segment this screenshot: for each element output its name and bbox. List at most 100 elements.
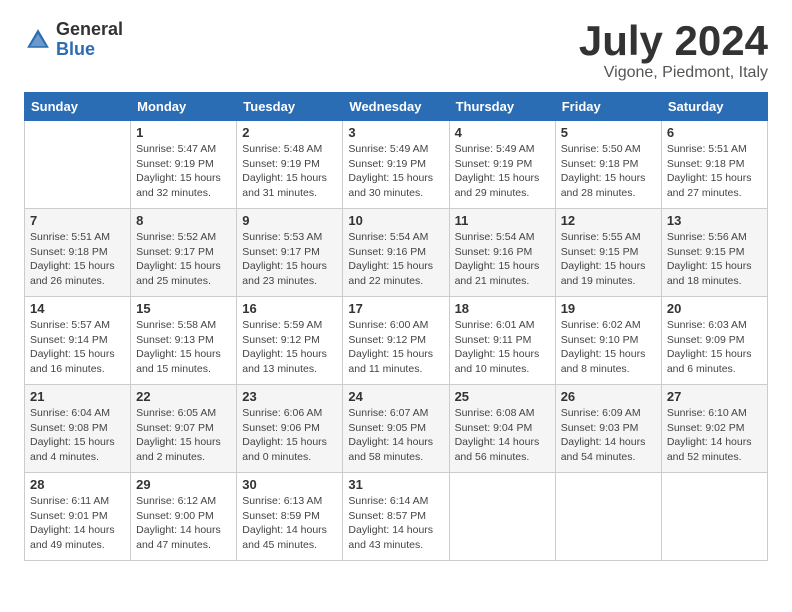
day-number: 17 bbox=[348, 301, 443, 316]
logo-general: General bbox=[56, 20, 123, 40]
day-info: Sunrise: 6:01 AM Sunset: 9:11 PM Dayligh… bbox=[455, 318, 550, 377]
calendar-cell: 9Sunrise: 5:53 AM Sunset: 9:17 PM Daylig… bbox=[237, 209, 343, 297]
calendar-cell: 29 Sunrise: 6:12 AM Sunset: 9:00 PM Dayli… bbox=[131, 473, 237, 561]
day-info: Sunrise: 5:55 AM Sunset: 9:15 PM Dayligh… bbox=[561, 230, 656, 289]
day-number: 24 bbox=[348, 389, 443, 404]
day-number: 6 bbox=[667, 125, 762, 140]
title-block: July 2024 Vigone, Piedmont, Italy bbox=[579, 20, 768, 82]
calendar-cell: 30Sunrise: 6:13 AM Sunset: 8:59 PM Dayli… bbox=[237, 473, 343, 561]
calendar-cell: 1 Sunrise: 5:47 AM Sunset: 9:19 PM Daylig… bbox=[131, 121, 237, 209]
calendar-cell: 7 Sunrise: 5:51 AM Sunset: 9:18 PM Daylig… bbox=[25, 209, 131, 297]
day-info: Sunrise: 5:47 AM Sunset: 9:19 PM Dayligh… bbox=[136, 142, 231, 201]
day-number: 27 bbox=[667, 389, 762, 404]
calendar-cell: 26 Sunrise: 6:09 AM Sunset: 9:03 PM Dayli… bbox=[555, 385, 661, 473]
day-info: Sunrise: 6:08 AM Sunset: 9:04 PM Dayligh… bbox=[455, 406, 550, 465]
calendar-cell: 28 Sunrise: 6:11 AM Sunset: 9:01 PM Dayli… bbox=[25, 473, 131, 561]
day-number: 25 bbox=[455, 389, 550, 404]
calendar-cell: 19Sunrise: 6:02 AM Sunset: 9:10 PM Dayli… bbox=[555, 297, 661, 385]
calendar-header-row: SundayMondayTuesdayWednesdayThursdayFrid… bbox=[25, 93, 768, 121]
day-number: 8 bbox=[136, 213, 231, 228]
day-info: Sunrise: 5:56 AM Sunset: 9:15 PM Dayligh… bbox=[667, 230, 762, 289]
day-info: Sunrise: 6:12 AM Sunset: 9:00 PM Dayligh… bbox=[136, 494, 231, 553]
calendar-cell: 3Sunrise: 5:49 AM Sunset: 9:19 PM Daylig… bbox=[343, 121, 449, 209]
day-number: 30 bbox=[242, 477, 337, 492]
day-number: 7 bbox=[30, 213, 125, 228]
day-number: 5 bbox=[561, 125, 656, 140]
day-info: Sunrise: 5:59 AM Sunset: 9:12 PM Dayligh… bbox=[242, 318, 337, 377]
week-row-1: 1 Sunrise: 5:47 AM Sunset: 9:19 PM Daylig… bbox=[25, 121, 768, 209]
calendar-cell: 4 Sunrise: 5:49 AM Sunset: 9:19 PM Daylig… bbox=[449, 121, 555, 209]
day-info: Sunrise: 6:09 AM Sunset: 9:03 PM Dayligh… bbox=[561, 406, 656, 465]
day-number: 20 bbox=[667, 301, 762, 316]
day-number: 4 bbox=[455, 125, 550, 140]
day-number: 9 bbox=[242, 213, 337, 228]
day-number: 28 bbox=[30, 477, 125, 492]
day-header-thursday: Thursday bbox=[449, 93, 555, 121]
day-info: Sunrise: 5:57 AM Sunset: 9:14 PM Dayligh… bbox=[30, 318, 125, 377]
calendar-cell: 15 Sunrise: 5:58 AM Sunset: 9:13 PM Dayli… bbox=[131, 297, 237, 385]
logo-blue: Blue bbox=[56, 40, 123, 60]
day-info: Sunrise: 5:49 AM Sunset: 9:19 PM Dayligh… bbox=[455, 142, 550, 201]
calendar-cell: 20 Sunrise: 6:03 AM Sunset: 9:09 PM Dayli… bbox=[661, 297, 767, 385]
week-row-3: 14 Sunrise: 5:57 AM Sunset: 9:14 PM Dayli… bbox=[25, 297, 768, 385]
day-header-monday: Monday bbox=[131, 93, 237, 121]
day-number: 26 bbox=[561, 389, 656, 404]
calendar-cell: 13Sunrise: 5:56 AM Sunset: 9:15 PM Dayli… bbox=[661, 209, 767, 297]
day-number: 16 bbox=[242, 301, 337, 316]
week-row-2: 7 Sunrise: 5:51 AM Sunset: 9:18 PM Daylig… bbox=[25, 209, 768, 297]
week-row-4: 21 Sunrise: 6:04 AM Sunset: 9:08 PM Dayli… bbox=[25, 385, 768, 473]
day-info: Sunrise: 5:58 AM Sunset: 9:13 PM Dayligh… bbox=[136, 318, 231, 377]
day-info: Sunrise: 6:14 AM Sunset: 8:57 PM Dayligh… bbox=[348, 494, 443, 553]
calendar-cell bbox=[555, 473, 661, 561]
day-number: 15 bbox=[136, 301, 231, 316]
day-header-sunday: Sunday bbox=[25, 93, 131, 121]
calendar-cell: 14 Sunrise: 5:57 AM Sunset: 9:14 PM Dayli… bbox=[25, 297, 131, 385]
day-info: Sunrise: 5:54 AM Sunset: 9:16 PM Dayligh… bbox=[348, 230, 443, 289]
calendar-cell: 27 Sunrise: 6:10 AM Sunset: 9:02 PM Dayli… bbox=[661, 385, 767, 473]
day-header-wednesday: Wednesday bbox=[343, 93, 449, 121]
calendar-cell: 10 Sunrise: 5:54 AM Sunset: 9:16 PM Dayli… bbox=[343, 209, 449, 297]
day-info: Sunrise: 6:07 AM Sunset: 9:05 PM Dayligh… bbox=[348, 406, 443, 465]
day-number: 11 bbox=[455, 213, 550, 228]
day-info: Sunrise: 6:11 AM Sunset: 9:01 PM Dayligh… bbox=[30, 494, 125, 553]
month-title: July 2024 bbox=[579, 20, 768, 62]
day-info: Sunrise: 6:04 AM Sunset: 9:08 PM Dayligh… bbox=[30, 406, 125, 465]
day-number: 1 bbox=[136, 125, 231, 140]
day-number: 10 bbox=[348, 213, 443, 228]
day-info: Sunrise: 5:51 AM Sunset: 9:18 PM Dayligh… bbox=[667, 142, 762, 201]
day-info: Sunrise: 6:03 AM Sunset: 9:09 PM Dayligh… bbox=[667, 318, 762, 377]
logo-icon bbox=[24, 26, 52, 54]
day-number: 18 bbox=[455, 301, 550, 316]
day-number: 14 bbox=[30, 301, 125, 316]
calendar-cell: 8 Sunrise: 5:52 AM Sunset: 9:17 PM Daylig… bbox=[131, 209, 237, 297]
calendar-cell: 6 Sunrise: 5:51 AM Sunset: 9:18 PM Daylig… bbox=[661, 121, 767, 209]
calendar-cell: 22 Sunrise: 6:05 AM Sunset: 9:07 PM Dayli… bbox=[131, 385, 237, 473]
calendar-cell: 31 Sunrise: 6:14 AM Sunset: 8:57 PM Dayli… bbox=[343, 473, 449, 561]
calendar-cell: 24 Sunrise: 6:07 AM Sunset: 9:05 PM Dayli… bbox=[343, 385, 449, 473]
day-number: 21 bbox=[30, 389, 125, 404]
day-info: Sunrise: 5:51 AM Sunset: 9:18 PM Dayligh… bbox=[30, 230, 125, 289]
week-row-5: 28 Sunrise: 6:11 AM Sunset: 9:01 PM Dayli… bbox=[25, 473, 768, 561]
day-header-tuesday: Tuesday bbox=[237, 93, 343, 121]
day-info: Sunrise: 6:10 AM Sunset: 9:02 PM Dayligh… bbox=[667, 406, 762, 465]
day-info: Sunrise: 6:00 AM Sunset: 9:12 PM Dayligh… bbox=[348, 318, 443, 377]
day-number: 31 bbox=[348, 477, 443, 492]
calendar-cell: 23Sunrise: 6:06 AM Sunset: 9:06 PM Dayli… bbox=[237, 385, 343, 473]
calendar-cell bbox=[25, 121, 131, 209]
page-header: General Blue July 2024 Vigone, Piedmont,… bbox=[24, 20, 768, 82]
logo-text: General Blue bbox=[56, 20, 123, 60]
day-number: 22 bbox=[136, 389, 231, 404]
day-number: 23 bbox=[242, 389, 337, 404]
day-number: 29 bbox=[136, 477, 231, 492]
calendar-cell: 2Sunrise: 5:48 AM Sunset: 9:19 PM Daylig… bbox=[237, 121, 343, 209]
day-info: Sunrise: 5:48 AM Sunset: 9:19 PM Dayligh… bbox=[242, 142, 337, 201]
location-title: Vigone, Piedmont, Italy bbox=[579, 64, 768, 82]
calendar-cell: 18 Sunrise: 6:01 AM Sunset: 9:11 PM Dayli… bbox=[449, 297, 555, 385]
calendar-cell: 17 Sunrise: 6:00 AM Sunset: 9:12 PM Dayli… bbox=[343, 297, 449, 385]
calendar-table: SundayMondayTuesdayWednesdayThursdayFrid… bbox=[24, 92, 768, 561]
calendar-cell: 12Sunrise: 5:55 AM Sunset: 9:15 PM Dayli… bbox=[555, 209, 661, 297]
day-info: Sunrise: 6:05 AM Sunset: 9:07 PM Dayligh… bbox=[136, 406, 231, 465]
calendar-cell: 21 Sunrise: 6:04 AM Sunset: 9:08 PM Dayli… bbox=[25, 385, 131, 473]
day-info: Sunrise: 5:52 AM Sunset: 9:17 PM Dayligh… bbox=[136, 230, 231, 289]
day-header-saturday: Saturday bbox=[661, 93, 767, 121]
